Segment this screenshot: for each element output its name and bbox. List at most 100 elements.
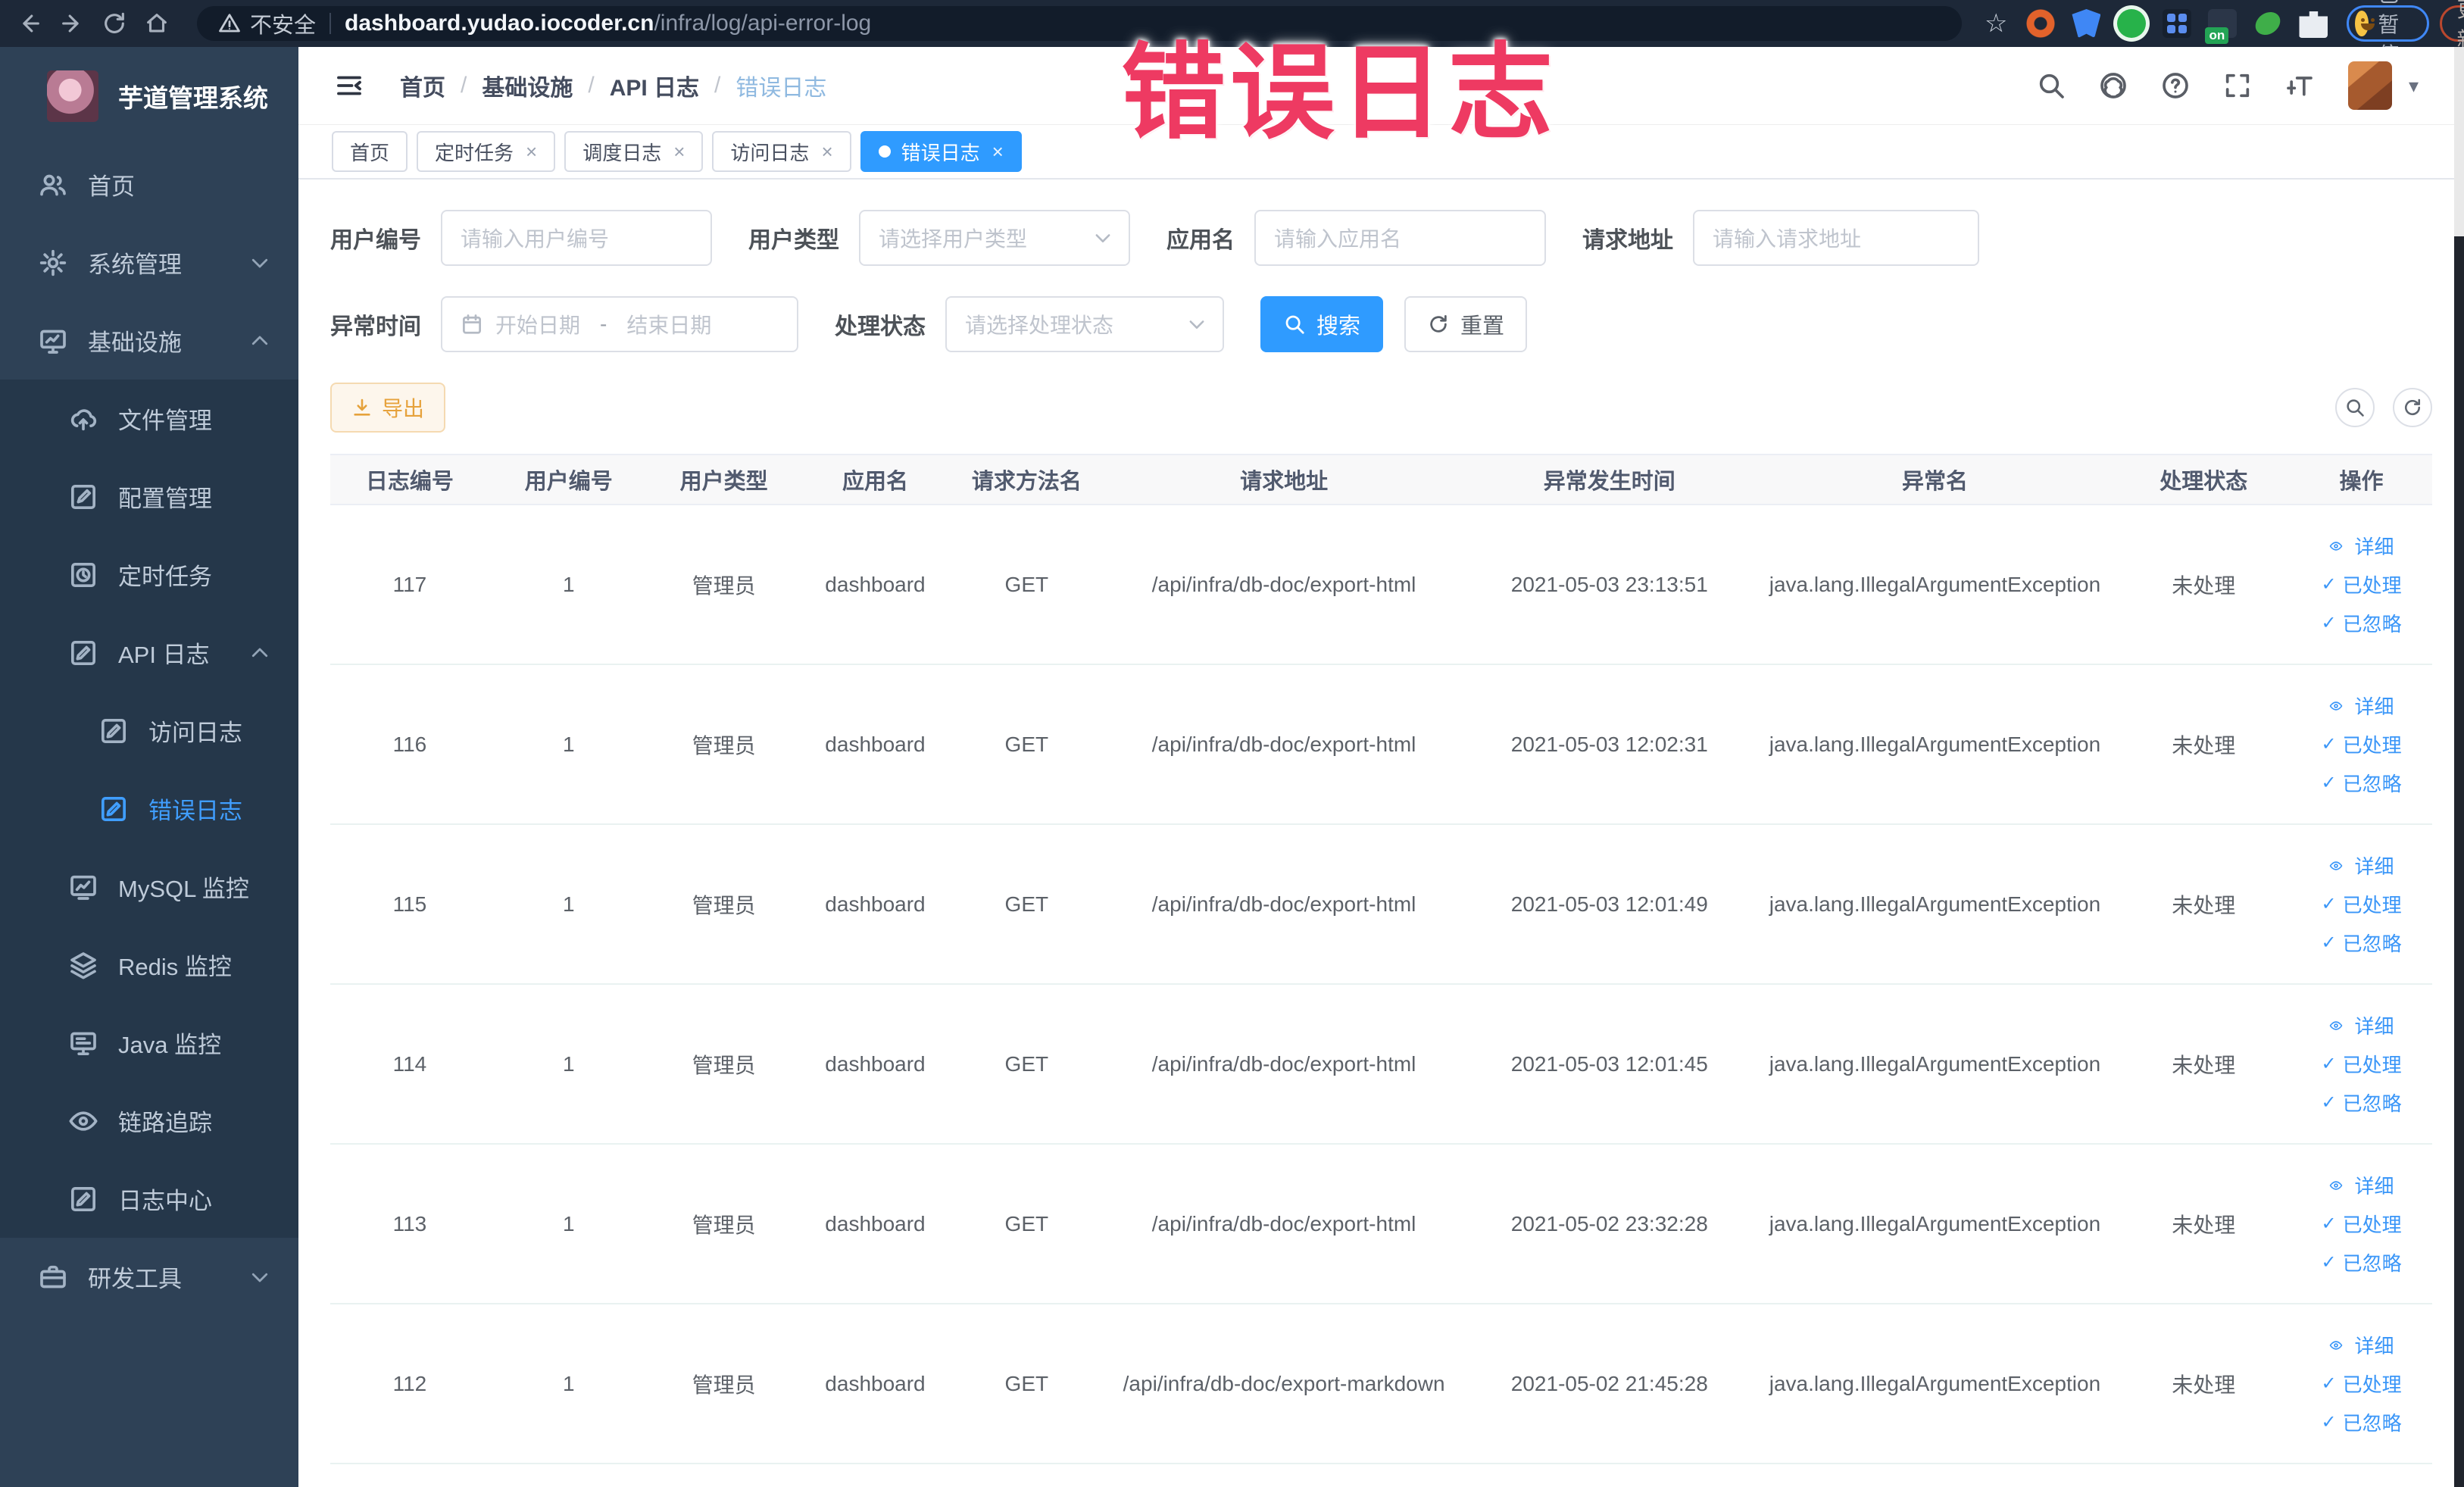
ext-puzzle-icon[interactable]	[2299, 11, 2328, 38]
action-label: 详细	[2354, 536, 2394, 558]
cell-user_id: 1	[562, 892, 575, 916]
browser-back-icon[interactable]	[17, 8, 42, 39]
export-button[interactable]: 导出	[330, 383, 446, 433]
toggle-search-button[interactable]	[2335, 388, 2375, 427]
sidebar-item-api-日志[interactable]: API 日志	[0, 614, 298, 692]
tag-view-定时任务[interactable]: 定时任务 ×	[417, 131, 556, 172]
sidebar-logo-row[interactable]: 芋道管理系统	[0, 47, 298, 145]
ext-grid-dots-icon[interactable]	[2163, 9, 2192, 38]
action-processed-link[interactable]: ✓ 已处理	[2321, 570, 2401, 598]
browser-reload-icon[interactable]	[101, 8, 127, 39]
search-button[interactable]: 搜索	[1260, 296, 1384, 352]
action-ignored-link[interactable]: ✓ 已忽略	[2321, 609, 2401, 637]
browser-forward-icon[interactable]	[59, 8, 85, 39]
breadcrumb-api-log[interactable]: API 日志	[610, 69, 699, 102]
ext-orange-ring-icon[interactable]	[2026, 9, 2056, 38]
action-detail-link[interactable]: 详细	[2329, 692, 2394, 720]
sidebar-item-链路追踪[interactable]: 链路追踪	[0, 1082, 298, 1160]
close-tab-icon[interactable]: ×	[992, 140, 1004, 164]
column-header: 异常发生时间	[1543, 470, 1675, 494]
cell-time: 2021-05-03 23:13:51	[1510, 572, 1708, 596]
active-tab-dot	[878, 145, 891, 158]
action-processed-link[interactable]: ✓ 已处理	[2321, 1210, 2401, 1238]
sidebar-item-java-监控[interactable]: Java 监控	[0, 1004, 298, 1082]
action-label: 详细	[2354, 855, 2394, 878]
close-tab-icon[interactable]: ×	[526, 140, 537, 164]
user-avatar[interactable]	[2347, 61, 2392, 110]
sidebar-item-redis-监控[interactable]: Redis 监控	[0, 926, 298, 1004]
user-id-input[interactable]: 请输入用户编号	[441, 210, 712, 266]
sidebar-item-错误日志[interactable]: 错误日志	[0, 770, 298, 848]
refresh-table-button[interactable]	[2393, 388, 2432, 427]
action-ignored-link[interactable]: ✓ 已忽略	[2321, 929, 2401, 957]
ext-dark-badged-icon[interactable]: on	[2205, 9, 2238, 44]
table-row: 114 1 管理员 dashboard GET/api/infra/db-doc/exp…	[330, 985, 2432, 1145]
tag-view-访问日志[interactable]: 访问日志 ×	[712, 131, 851, 172]
browser-update-button[interactable]: 更新	[2439, 0, 2464, 52]
ext-green-circle-icon[interactable]	[2117, 9, 2147, 38]
fullscreen-icon[interactable]	[2222, 70, 2253, 101]
avatar-caret-icon[interactable]: ▾	[2409, 74, 2419, 98]
action-detail-link[interactable]: 详细	[2329, 851, 2394, 879]
tag-view-错误日志[interactable]: 错误日志 ×	[860, 131, 1022, 172]
action-processed-link[interactable]: ✓ 已处理	[2321, 890, 2401, 918]
action-detail-link[interactable]: 详细	[2329, 1011, 2394, 1039]
process-status-select[interactable]: 请选择处理状态	[945, 296, 1224, 352]
help-icon[interactable]	[2160, 70, 2191, 101]
close-tab-icon[interactable]: ×	[821, 140, 832, 164]
breadcrumb-home[interactable]: 首页	[400, 69, 445, 102]
ext-green-leaf-icon[interactable]	[2248, 4, 2288, 44]
breadcrumb-infra[interactable]: 基础设施	[482, 69, 573, 102]
close-tab-icon[interactable]: ×	[673, 140, 685, 164]
date-range-picker[interactable]: 开始日期 - 结束日期	[441, 296, 798, 352]
cell-exception: java.lang.IllegalArgumentException	[1769, 1371, 2101, 1395]
sidebar-item-日志中心[interactable]: 日志中心	[0, 1160, 298, 1238]
action-ignored-link[interactable]: ✓ 已忽略	[2321, 1089, 2401, 1117]
paused-extension-badge[interactable]: 已暂停	[2347, 0, 2429, 67]
sidebar-item-配置管理[interactable]: 配置管理	[0, 458, 298, 536]
action-processed-link[interactable]: ✓ 已处理	[2321, 1370, 2401, 1398]
sidebar-item-mysql-监控[interactable]: MySQL 监控	[0, 848, 298, 926]
tab-label: 定时任务	[435, 141, 514, 164]
sidebar-item-定时任务[interactable]: 定时任务	[0, 536, 298, 614]
eye-icon	[68, 1106, 98, 1136]
action-ignored-link[interactable]: ✓ 已忽略	[2321, 1248, 2401, 1276]
search-icon[interactable]	[2036, 70, 2066, 101]
column-header: 日志编号	[365, 470, 454, 494]
action-detail-link[interactable]: 详细	[2329, 532, 2394, 560]
action-ignored-link[interactable]: ✓ 已忽略	[2321, 1408, 2401, 1436]
cell-time: 2021-05-03 12:01:49	[1510, 892, 1708, 916]
action-label: 已处理	[2342, 574, 2402, 597]
action-detail-link[interactable]: 详细	[2329, 1171, 2394, 1199]
log-edit-icon	[98, 716, 129, 746]
sidebar-item-首页[interactable]: 首页	[0, 145, 298, 223]
action-detail-link[interactable]: 详细	[2329, 1331, 2394, 1359]
action-processed-link[interactable]: ✓ 已处理	[2321, 1050, 2401, 1078]
action-processed-link[interactable]: ✓ 已处理	[2321, 730, 2401, 758]
github-icon[interactable]	[2098, 70, 2128, 101]
sidebar-item-系统管理[interactable]: 系统管理	[0, 223, 298, 301]
app-name-input[interactable]: 请输入应用名	[1254, 210, 1546, 266]
reset-button[interactable]: 重置	[1404, 296, 1528, 352]
tag-view-调度日志[interactable]: 调度日志 ×	[564, 131, 704, 172]
address-bar[interactable]: 不安全 dashboard.yudao.iocoder.cn /infra/lo…	[197, 6, 1962, 41]
request-url-input[interactable]: 请输入请求地址	[1693, 210, 1979, 266]
sidebar-item-基础设施[interactable]: 基础设施	[0, 301, 298, 380]
cell-user_type: 管理员	[692, 573, 756, 598]
page-scrollbar-thumb[interactable]	[2454, 236, 2464, 1487]
placeholder: 请输入用户编号	[461, 227, 610, 251]
page-scrollbar-track[interactable]	[2454, 47, 2464, 1487]
browser-home-icon[interactable]	[144, 8, 170, 39]
sidebar-item-访问日志[interactable]: 访问日志	[0, 692, 298, 770]
action-ignored-link[interactable]: ✓ 已忽略	[2321, 769, 2401, 797]
user-type-select[interactable]: 请选择用户类型	[859, 210, 1130, 266]
bookmark-star-icon[interactable]: ☆	[1985, 8, 2007, 39]
sidebar-item-文件管理[interactable]: 文件管理	[0, 380, 298, 458]
log-edit-icon	[98, 794, 129, 824]
ext-blue-shield-icon[interactable]	[2072, 9, 2101, 38]
font-size-icon[interactable]	[2284, 70, 2315, 101]
sidebar-collapse-icon[interactable]	[333, 70, 365, 102]
tag-view-首页[interactable]: 首页	[332, 131, 408, 172]
action-label: 详细	[2354, 1175, 2394, 1198]
sidebar-item-研发工具[interactable]: 研发工具	[0, 1238, 298, 1316]
